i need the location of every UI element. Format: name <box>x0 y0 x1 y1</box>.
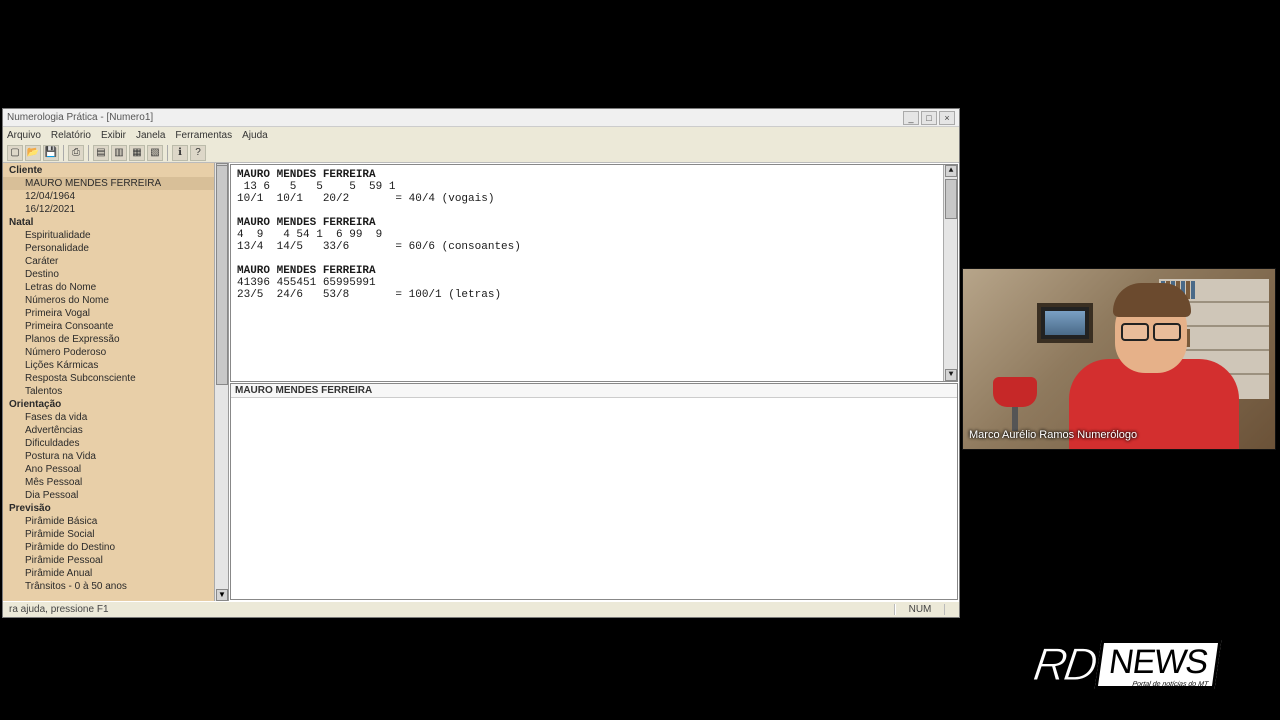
tree-client-birth[interactable]: 12/04/1964 <box>3 190 214 203</box>
report-scrollbar[interactable]: ▲ ▼ <box>943 165 957 381</box>
tree-piramide-destino[interactable]: Pirâmide do Destino <box>3 541 214 554</box>
titlebar[interactable]: Numerologia Prática - [Numero1] _ □ × <box>3 109 959 127</box>
report-block3-row1: 41396 455451 65995991 <box>237 277 376 289</box>
tree-piramide-basica[interactable]: Pirâmide Básica <box>3 515 214 528</box>
tree-dificuldades[interactable]: Dificuldades <box>3 437 214 450</box>
report-block1-title: MAURO MENDES FERREIRA <box>237 169 376 181</box>
tree-licoes-karmicas[interactable]: Lições Kármicas <box>3 359 214 372</box>
presenter <box>1059 289 1229 449</box>
webcam-caption: Marco Aurélio Ramos Numerólogo <box>969 429 1137 441</box>
sidebar: Cliente MAURO MENDES FERREIRA 12/04/1964… <box>3 163 229 601</box>
minimize-button[interactable]: _ <box>903 111 919 125</box>
report-block3-row2: 23/5 24/6 53/8 = 100/1 (letras) <box>237 289 501 301</box>
tree-destino[interactable]: Destino <box>3 268 214 281</box>
tree-dia-pessoal[interactable]: Dia Pessoal <box>3 489 214 502</box>
tree-primeira-consoante[interactable]: Primeira Consoante <box>3 320 214 333</box>
scroll-up-icon[interactable]: ▲ <box>945 165 957 177</box>
logo-news: NEWS <box>1107 643 1210 681</box>
tree-section-previsao[interactable]: Previsão <box>3 502 214 515</box>
tree-primeira-vogal[interactable]: Primeira Vogal <box>3 307 214 320</box>
tree-client-name[interactable]: MAURO MENDES FERREIRA <box>3 177 214 190</box>
rdnews-logo: RD NEWS Portal de notícias do MT <box>1034 632 1260 696</box>
scroll-thumb[interactable] <box>945 179 957 219</box>
menu-exibir[interactable]: Exibir <box>101 130 126 141</box>
tree-numeros-nome[interactable]: Números do Nome <box>3 294 214 307</box>
tree-talentos[interactable]: Talentos <box>3 385 214 398</box>
detail-pane-title: MAURO MENDES FERREIRA <box>231 384 957 398</box>
scroll-down-icon[interactable]: ▼ <box>216 589 228 601</box>
logo-tagline: Portal de notícias do MT <box>1132 681 1209 688</box>
report-block2-title: MAURO MENDES FERREIRA <box>237 217 376 229</box>
tree-espiritualidade[interactable]: Espiritualidade <box>3 229 214 242</box>
detail-pane: MAURO MENDES FERREIRA <box>230 383 958 600</box>
app-window: Numerologia Prática - [Numero1] _ □ × Ar… <box>2 108 960 618</box>
report-block2-row2: 13/4 14/5 33/6 = 60/6 (consoantes) <box>237 241 521 253</box>
tb-info-icon[interactable]: ℹ <box>172 145 188 161</box>
tree-personalidade[interactable]: Personalidade <box>3 242 214 255</box>
main-area: Cliente MAURO MENDES FERREIRA 12/04/1964… <box>3 163 959 601</box>
tree-piramide-social[interactable]: Pirâmide Social <box>3 528 214 541</box>
menu-ferramentas[interactable]: Ferramentas <box>175 130 232 141</box>
tree-fases-vida[interactable]: Fases da vida <box>3 411 214 424</box>
tb-report3-icon[interactable]: ▦ <box>129 145 145 161</box>
tb-help-icon[interactable]: ? <box>190 145 206 161</box>
tree-numero-poderoso[interactable]: Número Poderoso <box>3 346 214 359</box>
menu-janela[interactable]: Janela <box>136 130 165 141</box>
webcam-overlay: Marco Aurélio Ramos Numerólogo <box>962 268 1276 450</box>
report-block2-row1: 4 9 4 54 1 6 99 9 <box>237 229 382 241</box>
tree-section-cliente[interactable]: Cliente <box>3 164 214 177</box>
tree-planos-expressao[interactable]: Planos de Expressão <box>3 333 214 346</box>
app-title: Numerologia Prática - [Numero1] <box>7 112 153 123</box>
tb-open-icon[interactable]: 📂 <box>25 145 41 161</box>
report-block1-row1: 13 6 5 5 5 59 1 <box>237 181 395 193</box>
close-button[interactable]: × <box>939 111 955 125</box>
tree-client-date[interactable]: 16/12/2021 <box>3 203 214 216</box>
maximize-button[interactable]: □ <box>921 111 937 125</box>
desk-lamp <box>993 377 1037 431</box>
tb-print-icon[interactable]: ⎙ <box>68 145 84 161</box>
tree-section-natal[interactable]: Natal <box>3 216 214 229</box>
status-help-text: ra ajuda, pressione F1 <box>3 604 895 615</box>
tb-report1-icon[interactable]: ▤ <box>93 145 109 161</box>
tree-carater[interactable]: Caráter <box>3 255 214 268</box>
tree-resposta-subconsciente[interactable]: Resposta Subconsciente <box>3 372 214 385</box>
tb-report4-icon[interactable]: ▧ <box>147 145 163 161</box>
tree-advertencias[interactable]: Advertências <box>3 424 214 437</box>
menu-arquivo[interactable]: Arquivo <box>7 130 41 141</box>
tb-report2-icon[interactable]: ▥ <box>111 145 127 161</box>
scroll-down-icon[interactable]: ▼ <box>945 369 957 381</box>
menu-ajuda[interactable]: Ajuda <box>242 130 268 141</box>
tree-piramide-pessoal[interactable]: Pirâmide Pessoal <box>3 554 214 567</box>
tb-new-icon[interactable]: ▢ <box>7 145 23 161</box>
report-pane: MAURO MENDES FERREIRA 13 6 5 5 5 59 1 10… <box>230 164 958 382</box>
sidebar-scrollbar[interactable]: ▲ ▼ <box>214 163 228 601</box>
statusbar: ra ajuda, pressione F1 NUM <box>3 601 959 617</box>
report-block3-title: MAURO MENDES FERREIRA <box>237 265 376 277</box>
tree-piramide-anual[interactable]: Pirâmide Anual <box>3 567 214 580</box>
tree-ano-pessoal[interactable]: Ano Pessoal <box>3 463 214 476</box>
content-area: MAURO MENDES FERREIRA 13 6 5 5 5 59 1 10… <box>229 163 959 601</box>
logo-rd: RD <box>1030 637 1098 691</box>
tree-mes-pessoal[interactable]: Mês Pessoal <box>3 476 214 489</box>
toolbar: ▢ 📂 💾 ⎙ ▤ ▥ ▦ ▧ ℹ ? <box>3 143 959 163</box>
tree-transitos[interactable]: Trânsitos - 0 à 50 anos <box>3 580 214 593</box>
tb-save-icon[interactable]: 💾 <box>43 145 59 161</box>
scroll-thumb[interactable] <box>216 165 228 385</box>
tree-section-orientacao[interactable]: Orientação <box>3 398 214 411</box>
menu-relatorio[interactable]: Relatório <box>51 130 91 141</box>
report-block1-row2: 10/1 10/1 20/2 = 40/4 (vogais) <box>237 193 494 205</box>
status-numlock: NUM <box>895 604 945 615</box>
tree-postura-vida[interactable]: Postura na Vida <box>3 450 214 463</box>
menubar: Arquivo Relatório Exibir Janela Ferramen… <box>3 127 959 143</box>
tree-letras-nome[interactable]: Letras do Nome <box>3 281 214 294</box>
